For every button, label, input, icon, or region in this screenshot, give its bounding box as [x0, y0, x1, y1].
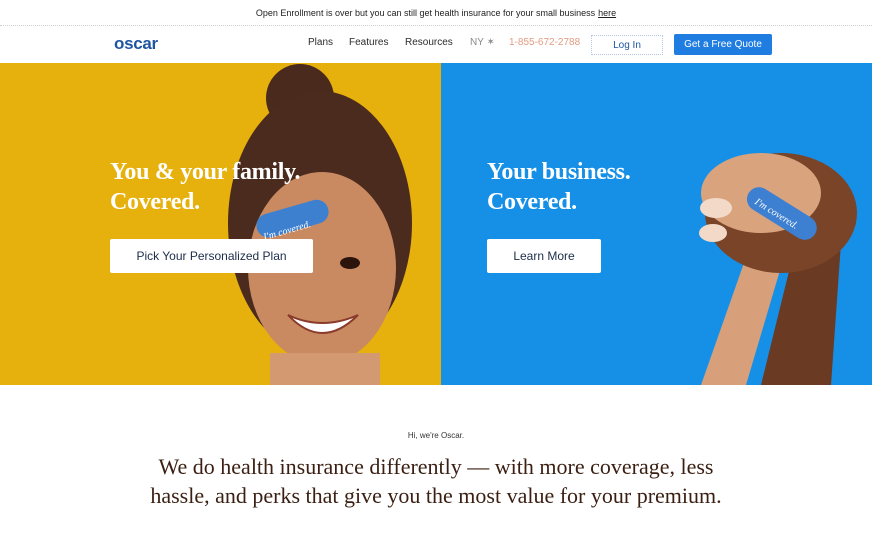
hero-family-panel: I'm covered. You & your family. Covered.…	[0, 63, 441, 385]
hero-business-panel: I'm covered. Your business. Covered. Lea…	[441, 63, 872, 385]
intro-headline: We do health insurance differently — wit…	[150, 454, 722, 508]
business-title-line1: Your business.	[487, 159, 631, 185]
family-hero-title: You & your family. Covered.	[110, 157, 300, 217]
announcement-link[interactable]: here	[598, 8, 616, 18]
hero: I'm covered. You & your family. Covered.…	[0, 63, 872, 385]
pick-plan-button[interactable]: Pick Your Personalized Plan	[110, 239, 313, 273]
family-title-line2: Covered.	[110, 189, 200, 215]
top-nav: oscar Plans Features Resources NY ✶ 1-85…	[0, 26, 872, 63]
nav-link-resources[interactable]: Resources	[405, 37, 453, 48]
business-hero-title: Your business. Covered.	[487, 157, 631, 217]
announcement-text: Open Enrollment is over but you can stil…	[255, 7, 596, 18]
girl-illustration: I'm covered.	[228, 64, 412, 385]
business-title-line2: Covered.	[487, 189, 577, 215]
nav-link-plans[interactable]: Plans	[308, 37, 333, 48]
clasped-hands-illustration: I'm covered.	[699, 153, 857, 385]
login-button[interactable]: Log In	[591, 35, 663, 55]
oscar-logo[interactable]: oscar	[114, 34, 158, 54]
learn-more-button[interactable]: Learn More	[487, 239, 601, 273]
intro-greeting: Hi, we're Oscar.	[407, 431, 465, 440]
get-quote-button[interactable]: Get a Free Quote	[674, 34, 772, 55]
family-title-line1: You & your family.	[110, 159, 301, 185]
phone-number[interactable]: 1-855-672-2788	[509, 37, 580, 48]
nav-link-features[interactable]: Features	[349, 37, 388, 48]
announcement-bar: Open Enrollment is over but you can stil…	[0, 0, 872, 26]
state-selector[interactable]: NY ✶	[470, 37, 495, 48]
